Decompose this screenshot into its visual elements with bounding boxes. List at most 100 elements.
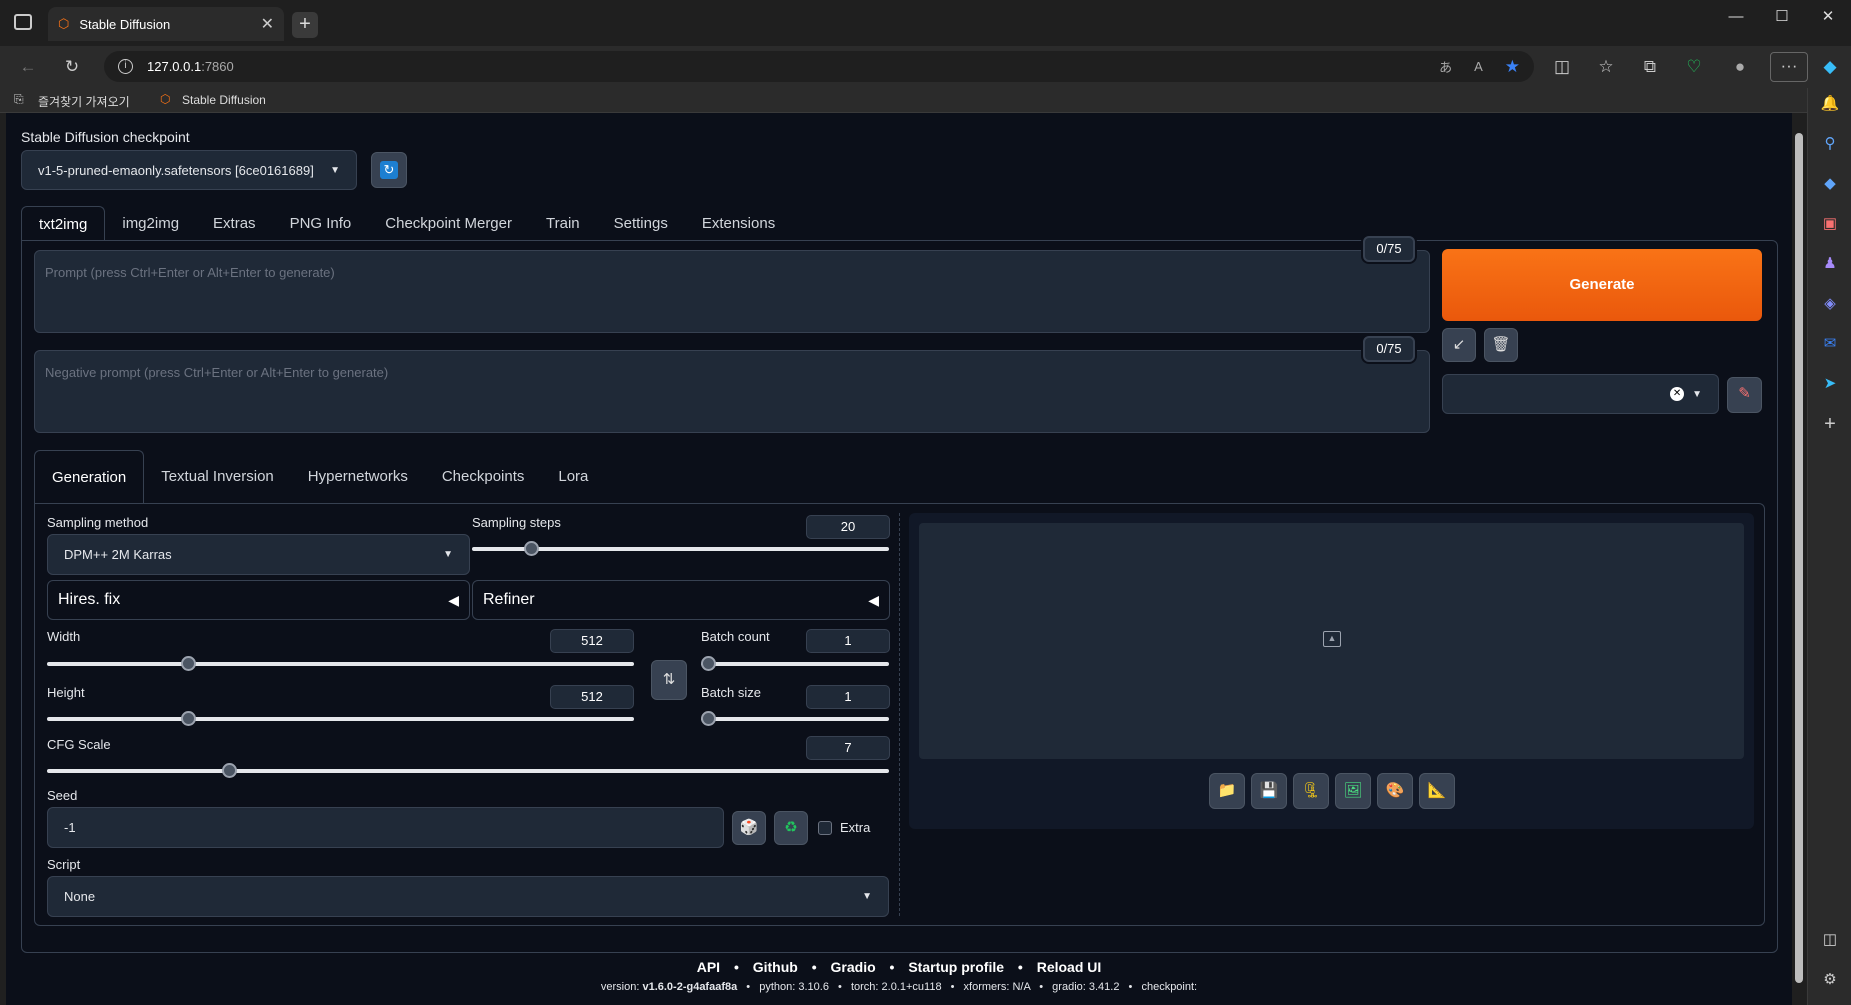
copilot-icon[interactable]: ◆ — [1816, 53, 1844, 81]
settings-gear-icon[interactable]: ⚙ — [1820, 970, 1840, 990]
favorites-icon[interactable]: ☆ — [1592, 53, 1620, 81]
zip-icon[interactable]: 🗜 — [1293, 773, 1329, 809]
cfg-scale-input[interactable]: 7 — [806, 736, 890, 760]
width-slider[interactable] — [47, 656, 634, 671]
read-params-arrow-icon[interactable]: ↙ — [1442, 328, 1476, 362]
ruler-icon[interactable]: 📐 — [1419, 773, 1455, 809]
script-dropdown[interactable]: None ▼ — [47, 876, 889, 917]
footer-link-api[interactable]: API — [697, 959, 720, 975]
recycle-icon: ♻ — [784, 819, 798, 836]
refresh-checkpoint-button[interactable]: ↻ — [371, 152, 407, 188]
height-input[interactable]: 512 — [550, 685, 634, 709]
office-icon[interactable]: ◈ — [1820, 294, 1840, 314]
browser-essentials-icon[interactable]: ♡ — [1680, 53, 1708, 81]
tab-lora[interactable]: Lora — [541, 450, 605, 504]
favorite-star-icon[interactable]: ★ — [1505, 57, 1520, 77]
clear-icon[interactable]: ✕ — [1670, 387, 1685, 401]
back-icon[interactable]: ← — [14, 53, 42, 81]
search-icon[interactable]: ⚲ — [1820, 134, 1840, 154]
close-tab-icon[interactable]: ✕ — [261, 14, 274, 34]
bookmark-stable-diffusion[interactable]: Stable Diffusion — [182, 93, 266, 107]
height-slider[interactable] — [47, 711, 634, 726]
tab-checkpoints[interactable]: Checkpoints — [425, 450, 542, 504]
folder-icon[interactable]: 📁 — [1209, 773, 1245, 809]
footer-link-github[interactable]: Github — [753, 959, 798, 975]
collections-icon[interactable]: ⧉ — [1636, 53, 1664, 81]
footer-link-gradio[interactable]: Gradio — [831, 959, 876, 975]
sampling-method-dropdown[interactable]: DPM++ 2M Karras ▼ — [47, 534, 470, 575]
cfg-scale-handle[interactable] — [221, 763, 237, 778]
batch-count-input[interactable]: 1 — [806, 629, 890, 653]
hide-sidebar-icon[interactable]: ◫ — [1820, 930, 1840, 950]
tools-icon[interactable]: ▣ — [1820, 214, 1840, 234]
sampling-steps-input[interactable]: 20 — [806, 515, 890, 539]
minimize-icon[interactable]: — — [1713, 0, 1759, 34]
tab-textual-inversion[interactable]: Textual Inversion — [144, 450, 291, 504]
tab-extras[interactable]: Extras — [196, 206, 273, 241]
more-menu-icon[interactable]: ··· — [1770, 52, 1808, 82]
reuse-seed-button[interactable]: ♻ — [774, 811, 808, 845]
generate-button[interactable]: Generate — [1442, 249, 1762, 321]
random-seed-button[interactable]: 🎲 — [732, 811, 766, 845]
tab-settings[interactable]: Settings — [597, 206, 685, 241]
telegram-icon[interactable]: ➤ — [1820, 374, 1840, 394]
save-icon[interactable]: 💾 — [1251, 773, 1287, 809]
width-input[interactable]: 512 — [550, 629, 634, 653]
refiner-accordion[interactable]: Refiner ◀ — [472, 580, 890, 620]
reload-icon[interactable]: ↻ — [58, 53, 86, 81]
trash-icon[interactable]: 🗑 — [1484, 328, 1518, 362]
notifications-icon[interactable]: 🔔 — [1820, 94, 1840, 114]
shopping-icon[interactable]: ◆ — [1820, 174, 1840, 194]
site-info-icon[interactable]: i — [118, 59, 133, 74]
tab-txt2img[interactable]: txt2img — [21, 206, 106, 241]
profile-avatar-icon[interactable]: ● — [1726, 53, 1754, 81]
version-value[interactable]: v1.6.0-2-g4afaaf8a — [642, 981, 737, 993]
maximize-icon[interactable]: ☐ — [1759, 0, 1805, 34]
hires-fix-accordion[interactable]: Hires. fix ◀ — [47, 580, 470, 620]
close-window-icon[interactable]: ✕ — [1805, 0, 1851, 34]
swap-dimensions-button[interactable]: ⇅ — [651, 660, 687, 700]
seed-input[interactable]: -1 — [47, 807, 724, 848]
address-bar[interactable]: i 127.0.0.1:7860 あ A ★ — [104, 51, 1534, 82]
outlook-icon[interactable]: ✉ — [1820, 334, 1840, 354]
tab-actions-icon[interactable] — [14, 14, 32, 30]
tab-hypernetworks[interactable]: Hypernetworks — [291, 450, 425, 504]
split-screen-icon[interactable]: ◫ — [1548, 53, 1576, 81]
tab-img2img[interactable]: img2img — [105, 206, 196, 241]
seed-value: -1 — [64, 820, 76, 835]
batch-size-handle[interactable] — [701, 711, 716, 726]
add-sidebar-icon[interactable]: + — [1820, 414, 1840, 434]
scrollbar-thumb[interactable] — [1795, 133, 1803, 983]
tab-png-info[interactable]: PNG Info — [273, 206, 369, 241]
brush-icon[interactable]: ✎ — [1727, 377, 1762, 413]
batch-size-input[interactable]: 1 — [806, 685, 890, 709]
cfg-scale-slider[interactable] — [47, 763, 889, 778]
browser-tab[interactable]: ⬡ Stable Diffusion ✕ — [48, 7, 284, 41]
tab-generation[interactable]: Generation — [34, 450, 145, 504]
batch-count-handle[interactable] — [701, 656, 716, 671]
batch-count-slider[interactable] — [701, 656, 889, 671]
translate-icon[interactable]: あ — [1439, 57, 1452, 76]
new-tab-button[interactable]: + — [292, 12, 318, 38]
footer-link-startup-profile[interactable]: Startup profile — [908, 959, 1004, 975]
python-value: 3.10.6 — [798, 981, 829, 993]
page-scrollbar[interactable] — [1792, 113, 1806, 1005]
negative-prompt-textarea[interactable]: Negative prompt (press Ctrl+Enter or Alt… — [34, 350, 1430, 433]
read-aloud-icon[interactable]: A — [1474, 59, 1483, 74]
styles-dropdown[interactable]: ✕ ▼ — [1442, 374, 1719, 414]
chevron-down-icon: ▼ — [443, 549, 453, 560]
checkpoint-dropdown[interactable]: v1-5-pruned-emaonly.safetensors [6ce0161… — [21, 150, 357, 190]
sampling-steps-slider[interactable] — [472, 541, 889, 556]
bookmark-import-favorites[interactable]: 즐겨찾기 가져오기 — [38, 93, 130, 110]
tab-train[interactable]: Train — [529, 206, 597, 241]
footer: API • Github • Gradio • Startup profile … — [6, 959, 1792, 993]
image-icon[interactable]: 🖼 — [1335, 773, 1371, 809]
prompt-textarea[interactable]: Prompt (press Ctrl+Enter or Alt+Enter to… — [34, 250, 1430, 333]
footer-link-reload-ui[interactable]: Reload UI — [1037, 959, 1102, 975]
tab-checkpoint-merger[interactable]: Checkpoint Merger — [368, 206, 529, 241]
palette-icon[interactable]: 🎨 — [1377, 773, 1413, 809]
games-icon[interactable]: ♟ — [1820, 254, 1840, 274]
extra-seed-checkbox[interactable] — [818, 821, 832, 835]
tab-extensions[interactable]: Extensions — [685, 206, 792, 241]
batch-size-slider[interactable] — [701, 711, 889, 726]
